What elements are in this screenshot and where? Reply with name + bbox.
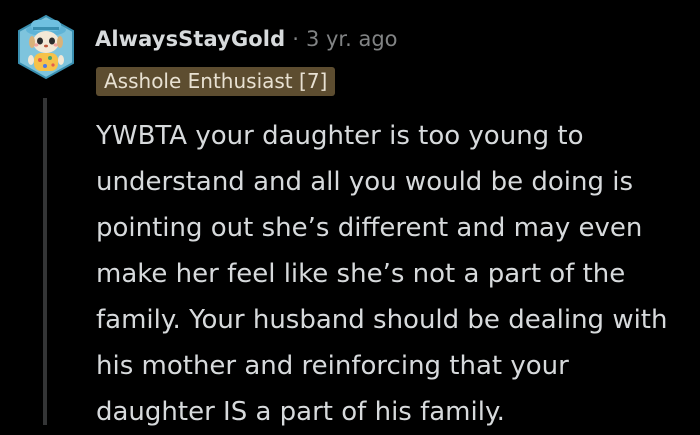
comment-body-line: daughter IS a part of his family. — [96, 397, 505, 427]
comment-body-line: make her feel like she’s not a part of t… — [96, 259, 626, 289]
comment-body-line: understand and all you would be doing is — [96, 167, 633, 197]
comment-body-line: family. Your husband should be dealing w… — [96, 305, 668, 335]
snoo-avatar-icon — [18, 14, 74, 80]
comment-body: YWBTA your daughter is too young to unde… — [96, 113, 686, 435]
user-flair: Asshole Enthusiast [7] — [96, 67, 336, 96]
comment-meta: AlwaysStayGold · 3 yr. ago — [95, 27, 398, 51]
comment-body-line: pointing out she’s different and may eve… — [96, 213, 643, 243]
thread-line[interactable] — [43, 98, 47, 425]
meta-separator: · — [292, 27, 299, 51]
username-link[interactable]: AlwaysStayGold — [95, 27, 285, 51]
comment-body-line: YWBTA your daughter is too young to — [96, 121, 584, 151]
comment-body-line: his mother and reinforcing that your — [96, 351, 569, 381]
avatar[interactable] — [16, 14, 76, 80]
timestamp: 3 yr. ago — [305, 27, 398, 51]
